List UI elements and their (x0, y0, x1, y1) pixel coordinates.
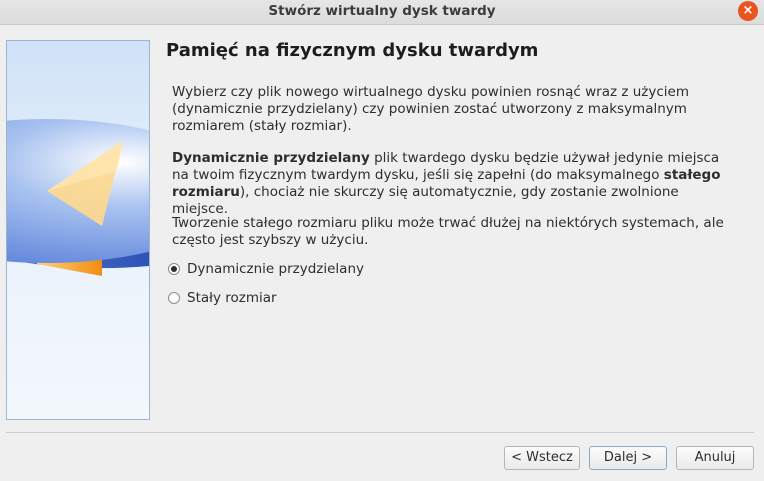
radio-fixed-indicator[interactable] (168, 292, 180, 304)
back-button[interactable]: < Wstecz (504, 446, 580, 470)
dynamic-description-end: ), chociaż nie skurczy się automatycznie… (172, 184, 679, 217)
cancel-button[interactable]: Anuluj (676, 446, 754, 470)
dynamic-term: Dynamicznie przydzielany (172, 150, 370, 166)
radio-dynamic[interactable]: Dynamicznie przydzielany (168, 261, 364, 277)
description-paragraph-1: Wybierz czy plik nowego wirtualnego dysk… (172, 84, 689, 134)
window-titlebar: Stwórz wirtualny dysk twardy × (0, 0, 764, 25)
page-title: Pamięć na fizycznym dysku twardym (166, 40, 539, 61)
close-icon[interactable]: × (738, 1, 758, 21)
radio-dynamic-label[interactable]: Dynamicznie przydzielany (187, 261, 364, 277)
disk-illustration (6, 40, 150, 420)
radio-fixed[interactable]: Stały rozmiar (168, 290, 277, 306)
next-button[interactable]: Dalej > (589, 446, 667, 470)
radio-dynamic-indicator[interactable] (168, 263, 180, 275)
radio-fixed-label[interactable]: Stały rozmiar (187, 290, 277, 306)
footer-separator (6, 432, 754, 433)
window-title: Stwórz wirtualny dysk twardy (268, 3, 496, 19)
disk-pie-icon (7, 119, 149, 276)
description-paragraph-2: Dynamicznie przydzielany plik twardego d… (172, 150, 732, 218)
description-paragraph-3: Tworzenie stałego rozmiaru pliku może tr… (172, 215, 724, 248)
